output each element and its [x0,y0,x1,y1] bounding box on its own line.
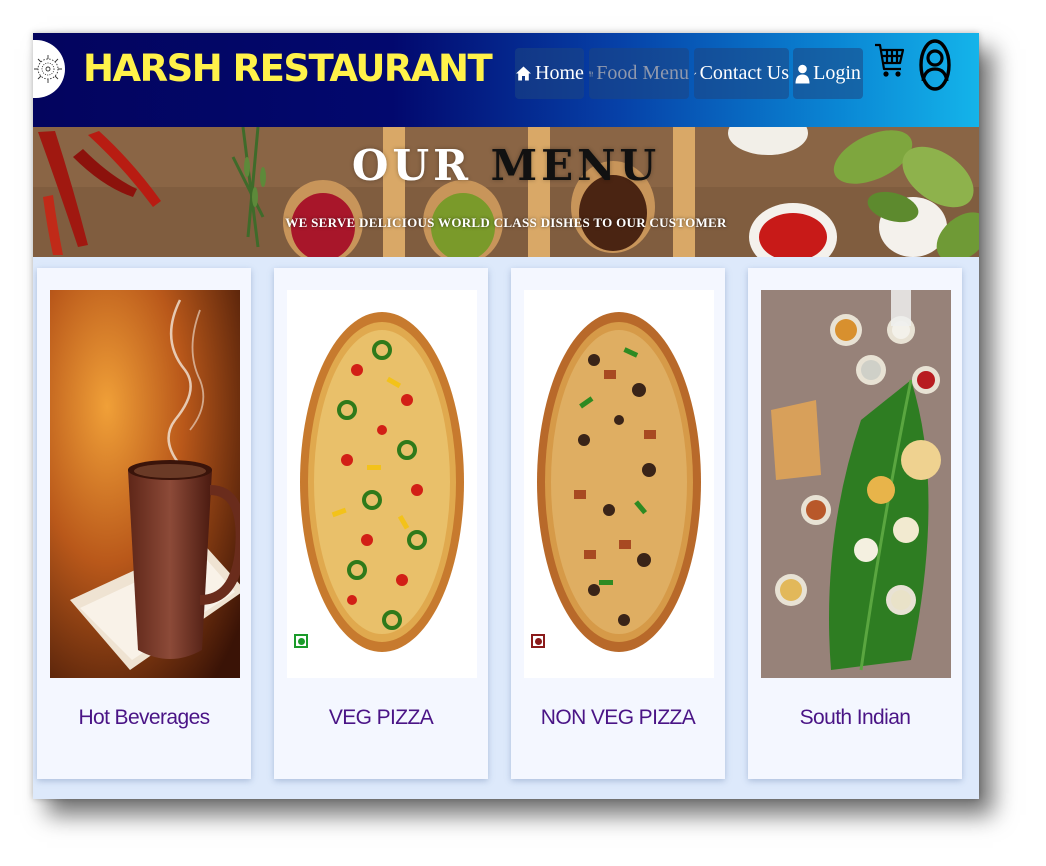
non-veg-badge-icon [531,634,545,648]
banner-subtitle: WE SERVE DELICIOUS WORLD CLASS DISHES TO… [285,215,727,230]
user-icon [795,64,810,83]
menu-card-label: VEG PIZZA [328,706,434,729]
nav-contact-us-label: Contact Us [699,62,789,84]
restaurant-logo[interactable] [33,40,65,98]
menu-card-label: South Indian [799,706,911,729]
nav-login-label: Login [813,62,861,84]
pencil-icon [694,72,697,75]
brand-title: HARSH RESTAURANT [83,47,493,90]
browser-frame: HARSH RESTAURANT Home Food Menu Contact … [33,33,979,799]
menu-card-label: NON VEG PIZZA [540,706,696,729]
south-indian-image [761,290,951,678]
navbar: HARSH RESTAURANT Home Food Menu Contact … [33,33,979,127]
nav-login[interactable]: Login [793,48,863,99]
nav-food-menu[interactable]: Food Menu [589,48,689,99]
home-icon [516,66,532,81]
menu-banner: OUR MENU WE SERVE DELICIOUS WORLD CLASS … [33,127,979,257]
nav-home-label: Home [535,62,584,84]
non-veg-pizza-image [524,290,714,678]
utensils-icon [589,70,593,77]
banner-title-menu: MENU [490,141,661,190]
menu-card-veg-pizza[interactable]: VEG PIZZA [274,268,488,779]
menu-card-hot-beverages[interactable]: Hot Beverages [37,268,251,779]
menu-card-label: Hot Beverages [78,706,210,729]
nav-home[interactable]: Home [515,48,584,99]
hot-beverages-image [50,290,240,678]
banner-title-our: OUR [351,141,491,190]
veg-badge-icon [294,634,308,648]
nav-food-menu-label: Food Menu [596,62,689,84]
user-circle-icon[interactable] [919,39,951,91]
nav-contact-us[interactable]: Contact Us [694,48,789,99]
shopping-cart-icon[interactable] [874,39,906,83]
banner-title: OUR MENU [33,141,979,190]
menu-card-non-veg-pizza[interactable]: NON VEG PIZZA [511,268,725,779]
veg-pizza-image [287,290,477,678]
menu-card-south-indian[interactable]: South Indian [748,268,962,779]
